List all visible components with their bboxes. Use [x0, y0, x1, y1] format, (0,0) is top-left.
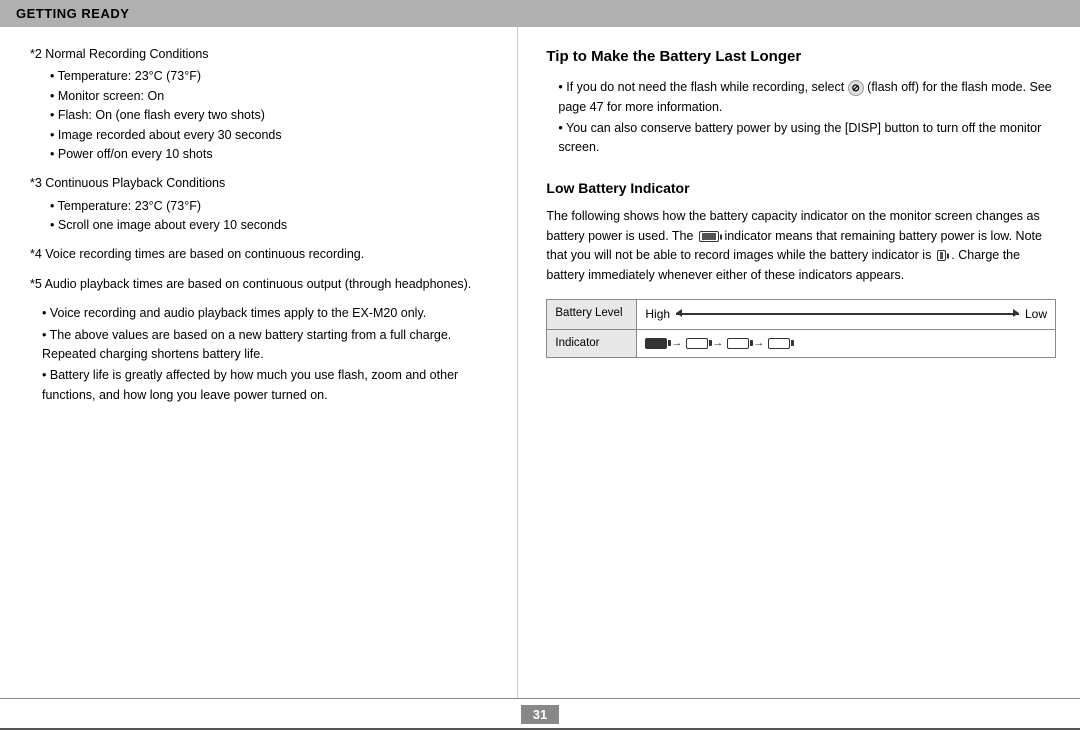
right-list-item-1: If you do not need the flash while recor… [558, 78, 1056, 117]
note2-block: *2 Normal Recording Conditions Temperatu… [30, 45, 497, 164]
note2-list: Temperature: 23°C (73°F) Monitor screen:… [30, 67, 497, 164]
list-item: Monitor screen: On [50, 87, 497, 106]
header-label: GETTING READY [16, 6, 129, 21]
footer: 31 [0, 698, 1080, 728]
arrow-icon: → [753, 335, 764, 352]
section2-title: Low Battery Indicator [546, 178, 1056, 200]
note5-block: *5 Audio playback times are based on con… [30, 275, 497, 294]
battery-icons-row: → → → [645, 335, 1047, 352]
list-item: Temperature: 23°C (73°F) [50, 67, 497, 86]
battery-level-label: Battery Level [547, 299, 637, 329]
battery-level-values: High Low [637, 299, 1056, 329]
right-column: Tip to Make the Battery Last Longer If y… [518, 27, 1080, 698]
battery-3q-icon [686, 338, 708, 349]
section1-title: Tip to Make the Battery Last Longer [546, 45, 1056, 68]
list-item: Image recorded about every 30 seconds [50, 126, 497, 145]
note3-title: *3 Continuous Playback Conditions [30, 174, 497, 193]
page-wrapper: GETTING READY *2 Normal Recording Condit… [0, 0, 1080, 730]
low-battery-inline-icon [699, 231, 719, 242]
table-row-2: Indicator → → [547, 329, 1056, 358]
right-bullet-list: If you do not need the flash while recor… [546, 78, 1056, 158]
high-low-row: High Low [645, 305, 1047, 324]
header-bar: GETTING READY [0, 0, 1080, 27]
note2-title: *2 Normal Recording Conditions [30, 45, 497, 64]
note4-block: *4 Voice recording times are based on co… [30, 245, 497, 264]
indicator-label: Indicator [547, 329, 637, 358]
arrow-icon: → [671, 335, 682, 352]
bullet1-part1: If you do not need the flash while recor… [566, 80, 844, 94]
high-label: High [645, 305, 670, 324]
battery-table: Battery Level High Low Indicator [546, 299, 1056, 358]
page-number: 31 [521, 705, 559, 724]
right-list-item-2: You can also conserve battery power by u… [558, 119, 1056, 158]
battery-low-icon [768, 338, 790, 349]
low-label: Low [1025, 305, 1047, 324]
battery-level-arrow [676, 313, 1019, 315]
body-text: The following shows how the battery capa… [546, 207, 1056, 285]
empty-battery-inline-icon [937, 250, 946, 261]
indicator-icons: → → → [637, 329, 1056, 358]
note4-text: *4 Voice recording times are based on co… [30, 245, 497, 264]
main-content: *2 Normal Recording Conditions Temperatu… [0, 27, 1080, 698]
arrow-icon: → [712, 335, 723, 352]
battery-half-icon [727, 338, 749, 349]
bullet-list: Voice recording and audio playback times… [30, 304, 497, 405]
list-item: Battery life is greatly affected by how … [42, 366, 497, 405]
list-item: Voice recording and audio playback times… [42, 304, 497, 323]
note3-list: Temperature: 23°C (73°F) Scroll one imag… [30, 197, 497, 236]
note5-text: *5 Audio playback times are based on con… [30, 275, 497, 294]
flash-off-icon: ⊘ [848, 80, 864, 96]
list-item: The above values are based on a new batt… [42, 326, 497, 365]
left-column: *2 Normal Recording Conditions Temperatu… [0, 27, 518, 698]
list-item: Flash: On (one flash every two shots) [50, 106, 497, 125]
note3-block: *3 Continuous Playback Conditions Temper… [30, 174, 497, 235]
table-row-1: Battery Level High Low [547, 299, 1056, 329]
list-item: Temperature: 23°C (73°F) [50, 197, 497, 216]
list-item: Scroll one image about every 10 seconds [50, 216, 497, 235]
list-item: Power off/on every 10 shots [50, 145, 497, 164]
battery-full-icon [645, 338, 667, 349]
